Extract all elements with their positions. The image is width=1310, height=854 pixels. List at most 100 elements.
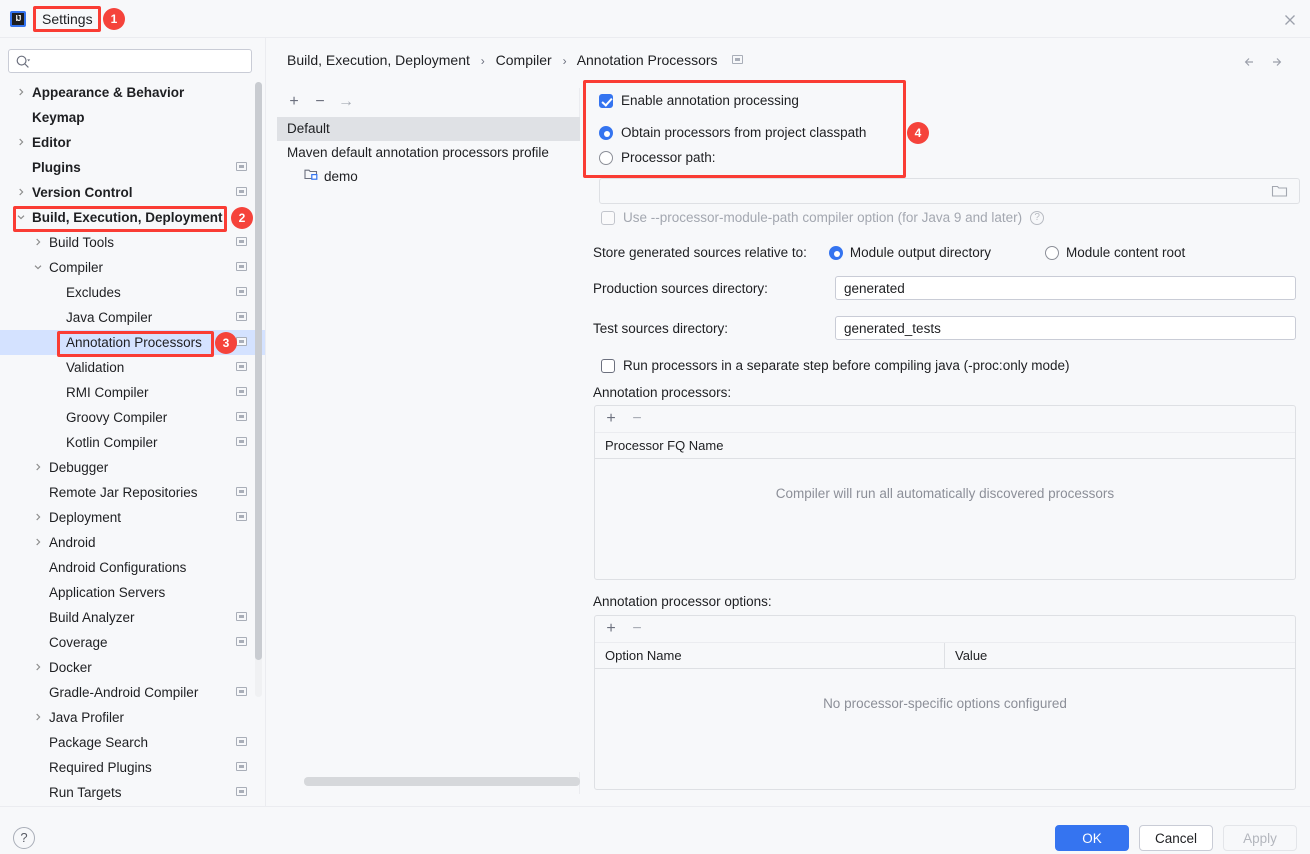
- sidebar-item-appearance-behavior[interactable]: Appearance & Behavior: [0, 80, 265, 105]
- sidebar-item-android[interactable]: Android: [0, 530, 265, 555]
- chevron-down-icon[interactable]: [31, 255, 45, 280]
- profile-row-maven-default[interactable]: Maven default annotation processors prof…: [277, 141, 580, 165]
- test-sources-label: Test sources directory:: [593, 321, 729, 336]
- obtain-from-classpath-row[interactable]: Obtain processors from project classpath: [599, 125, 866, 140]
- move-to-profile-button[interactable]: →: [335, 92, 357, 113]
- sidebar-item-debugger[interactable]: Debugger: [0, 455, 265, 480]
- close-icon[interactable]: [1280, 10, 1300, 30]
- sidebar-item-java-compiler[interactable]: Java Compiler: [0, 305, 265, 330]
- chevron-right-icon[interactable]: [31, 505, 45, 530]
- breadcrumb-segment-0[interactable]: Build, Execution, Deployment: [287, 52, 470, 68]
- chevron-right-icon[interactable]: [31, 230, 45, 255]
- breadcrumb-separator: ›: [480, 54, 485, 68]
- sidebar-item-remote-jar-repositories[interactable]: Remote Jar Repositories: [0, 480, 265, 505]
- arrow-left-icon[interactable]: [1240, 52, 1260, 72]
- project-settings-marker-icon: [236, 387, 247, 396]
- remove-profile-button[interactable]: −: [309, 92, 331, 113]
- test-sources-input[interactable]: [835, 316, 1296, 340]
- sidebar-item-label: Android: [49, 535, 96, 550]
- module-content-root-radio[interactable]: [1044, 245, 1059, 260]
- sidebar-item-build-analyzer[interactable]: Build Analyzer: [0, 605, 265, 630]
- sidebar-item-build-execution-deployment[interactable]: Build, Execution, Deployment: [0, 205, 265, 230]
- intellij-logo-icon: IJ: [10, 11, 26, 27]
- help-icon[interactable]: ?: [1030, 210, 1045, 225]
- enable-annotation-processing-row[interactable]: Enable annotation processing: [599, 93, 799, 108]
- run-separate-step-row[interactable]: Run processors in a separate step before…: [601, 358, 1069, 373]
- sidebar-scrollbar-thumb[interactable]: [255, 82, 262, 660]
- sidebar-item-keymap[interactable]: Keymap: [0, 105, 265, 130]
- sidebar-item-deployment[interactable]: Deployment: [0, 505, 265, 530]
- breadcrumb-segment-1[interactable]: Compiler: [496, 52, 552, 68]
- options-table-title: Annotation processor options:: [593, 594, 772, 609]
- remove-processor-button[interactable]: −: [626, 409, 648, 430]
- sidebar-item-required-plugins[interactable]: Required Plugins: [0, 755, 265, 780]
- processors-table-title: Annotation processors:: [593, 385, 732, 400]
- sidebar-item-coverage[interactable]: Coverage: [0, 630, 265, 655]
- sidebar-item-label: Version Control: [32, 185, 133, 200]
- sidebar-item-java-profiler[interactable]: Java Profiler: [0, 705, 265, 730]
- sidebar-item-package-search[interactable]: Package Search: [0, 730, 265, 755]
- project-settings-marker-icon: [236, 412, 247, 421]
- sidebar-item-kotlin-compiler[interactable]: Kotlin Compiler: [0, 430, 265, 455]
- chevron-right-icon[interactable]: [31, 455, 45, 480]
- search-input[interactable]: [39, 50, 247, 72]
- sidebar-item-editor[interactable]: Editor: [0, 130, 265, 155]
- processors-table-empty-message: Compiler will run all automatically disc…: [775, 486, 1115, 501]
- profiles-list[interactable]: Default Maven default annotation process…: [277, 117, 580, 772]
- profile-row-default[interactable]: Default: [277, 117, 580, 141]
- chevron-right-icon[interactable]: [14, 180, 28, 205]
- sidebar-item-label: Plugins: [32, 160, 81, 175]
- profile-module-row-demo[interactable]: demo: [277, 165, 580, 189]
- sidebar-item-gradle-android-compiler[interactable]: Gradle-Android Compiler: [0, 680, 265, 705]
- processor-path-input[interactable]: [599, 178, 1300, 204]
- sidebar-item-groovy-compiler[interactable]: Groovy Compiler: [0, 405, 265, 430]
- module-output-directory-radio[interactable]: [828, 245, 843, 260]
- sidebar-item-version-control[interactable]: Version Control: [0, 180, 265, 205]
- enable-annotation-processing-checkbox[interactable]: [599, 93, 613, 108]
- annotation-badge-1: 1: [103, 8, 125, 30]
- arrow-right-icon[interactable]: [1267, 52, 1287, 72]
- column-value[interactable]: Value: [945, 643, 1295, 669]
- cancel-button[interactable]: Cancel: [1139, 825, 1213, 851]
- chevron-right-icon[interactable]: [31, 655, 45, 680]
- sidebar-item-docker[interactable]: Docker: [0, 655, 265, 680]
- column-option-name[interactable]: Option Name: [595, 642, 945, 669]
- production-sources-input[interactable]: [835, 276, 1296, 300]
- sidebar-item-validation[interactable]: Validation: [0, 355, 265, 380]
- sidebar-item-excludes[interactable]: Excludes: [0, 280, 265, 305]
- chevron-right-icon[interactable]: [31, 530, 45, 555]
- column-processor-fq-name[interactable]: Processor FQ Name: [595, 438, 1295, 453]
- chevron-down-icon[interactable]: [14, 205, 28, 230]
- help-button[interactable]: ?: [13, 827, 35, 849]
- chevron-right-icon[interactable]: [14, 130, 28, 155]
- processors-table-toolbar: + −: [595, 406, 1295, 433]
- breadcrumb-segment-2[interactable]: Annotation Processors: [577, 52, 718, 68]
- sidebar-item-rmi-compiler[interactable]: RMI Compiler: [0, 380, 265, 405]
- sidebar-item-plugins[interactable]: Plugins: [0, 155, 265, 180]
- folder-icon[interactable]: [1271, 183, 1288, 202]
- chevron-right-icon[interactable]: [31, 705, 45, 730]
- sidebar-item-run-targets[interactable]: Run Targets: [0, 780, 265, 805]
- run-separate-step-checkbox[interactable]: [601, 358, 615, 373]
- sidebar-item-compiler[interactable]: Compiler: [0, 255, 265, 280]
- processor-path-row[interactable]: Processor path:: [599, 150, 716, 165]
- add-option-button[interactable]: +: [600, 619, 622, 640]
- sidebar-item-label: Compiler: [49, 260, 104, 275]
- search-field[interactable]: [8, 49, 252, 73]
- processor-path-label: Processor path:: [621, 150, 716, 165]
- sidebar-item-android-configurations[interactable]: Android Configurations: [0, 555, 265, 580]
- project-settings-marker-icon: [236, 737, 247, 746]
- add-processor-button[interactable]: +: [600, 409, 622, 430]
- settings-tree[interactable]: Appearance & Behavior Keymap Editor Plugins…: [0, 80, 265, 806]
- chevron-right-icon[interactable]: [14, 80, 28, 105]
- module-content-root-option[interactable]: Module content root: [1044, 245, 1185, 260]
- module-output-directory-option[interactable]: Module output directory: [828, 245, 991, 260]
- profiles-hscrollbar-thumb[interactable]: [304, 777, 580, 786]
- sidebar-item-application-servers[interactable]: Application Servers: [0, 580, 265, 605]
- add-profile-button[interactable]: +: [283, 92, 305, 113]
- remove-option-button[interactable]: −: [626, 619, 648, 640]
- processor-path-radio[interactable]: [599, 150, 613, 165]
- obtain-from-classpath-radio[interactable]: [599, 125, 613, 140]
- ok-button[interactable]: OK: [1055, 825, 1129, 851]
- sidebar-item-build-tools[interactable]: Build Tools: [0, 230, 265, 255]
